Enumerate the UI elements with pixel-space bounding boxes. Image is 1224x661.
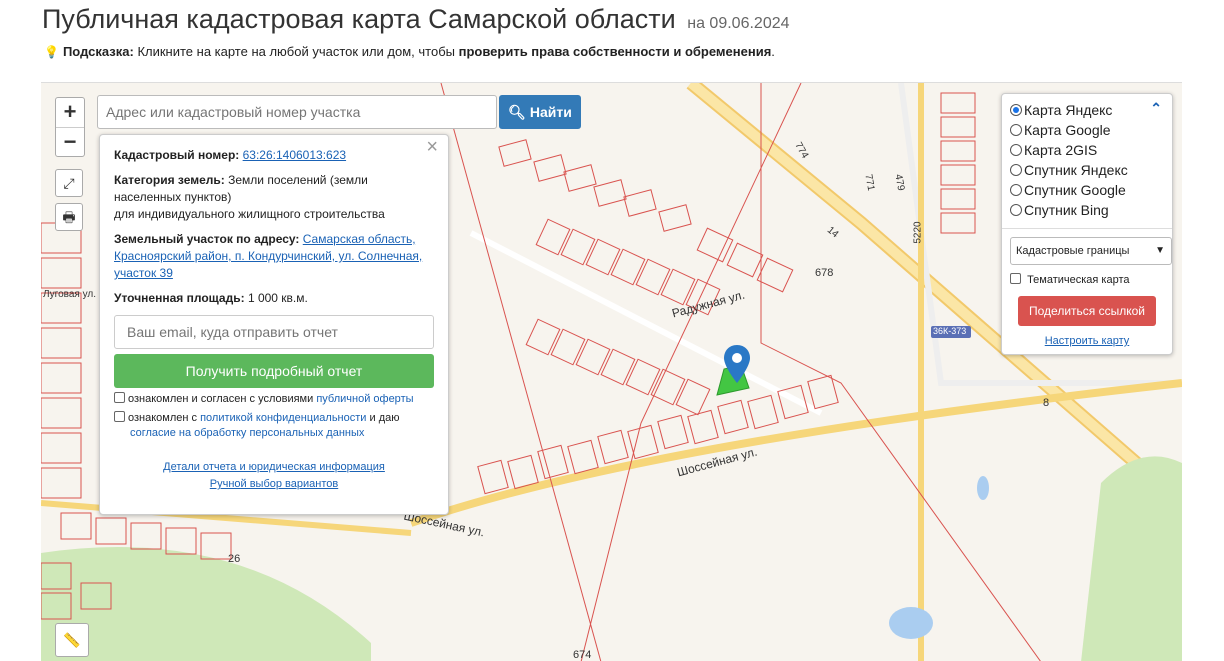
category-label: Категория земель: bbox=[114, 173, 225, 187]
search-button[interactable]: 🔍︎ Найти bbox=[499, 95, 581, 129]
email-field[interactable] bbox=[114, 315, 434, 349]
basemap-option[interactable]: Спутник Яндекс bbox=[1010, 160, 1164, 180]
parcel-label-26: 26 bbox=[228, 553, 241, 565]
offer-link[interactable]: публичной оферты bbox=[316, 393, 413, 405]
personal-data-link[interactable]: согласие на обработку персональных данны… bbox=[130, 427, 364, 439]
consent-offer: ознакомлен и согласен с условиями публич… bbox=[114, 392, 434, 407]
area-label: Уточненная площадь: bbox=[114, 291, 245, 305]
basemap-option[interactable]: Спутник Bing bbox=[1010, 200, 1164, 220]
search-button-label: Найти bbox=[529, 104, 572, 120]
map-pin-icon[interactable] bbox=[724, 345, 750, 383]
zoom-control: + − bbox=[55, 97, 85, 157]
basemap-option[interactable]: Карта 2GIS bbox=[1010, 140, 1164, 160]
hint: 💡 Подсказка: Кликните на карте на любой у… bbox=[44, 44, 775, 59]
thematic-checkbox[interactable] bbox=[1010, 273, 1021, 284]
basemap-option[interactable]: Карта Google bbox=[1010, 120, 1164, 140]
overlay-select-value: Кадастровые границы bbox=[1016, 245, 1130, 257]
basemap-option-label: Спутник Bing bbox=[1024, 202, 1109, 218]
search-input[interactable] bbox=[97, 95, 497, 129]
title-date: на 09.06.2024 bbox=[687, 15, 790, 32]
road-label-lugovaya: Луговая ул. bbox=[43, 289, 97, 300]
basemap-option-label: Карта 2GIS bbox=[1024, 142, 1098, 158]
basemap-option-label: Карта Google bbox=[1024, 122, 1111, 138]
share-link-button[interactable]: Поделиться ссылкой bbox=[1018, 296, 1156, 326]
report-details-link[interactable]: Детали отчета и юридическая информация bbox=[163, 461, 385, 473]
print-icon[interactable]: 🖶 bbox=[55, 203, 83, 231]
radio-button[interactable] bbox=[1010, 164, 1022, 176]
privacy-checkbox[interactable] bbox=[114, 411, 125, 422]
consent1-text: ознакомлен и согласен с условиями bbox=[128, 393, 314, 405]
radio-button[interactable] bbox=[1010, 124, 1022, 136]
parcel-label-5220: 5220 bbox=[912, 221, 924, 244]
consent2-text: ознакомлен с bbox=[128, 412, 198, 424]
basemap-option-label: Карта Яндекс bbox=[1024, 102, 1113, 118]
cadastral-label: Кадастровый номер: bbox=[114, 148, 240, 162]
title-text: Публичная кадастровая карта Самарской об… bbox=[42, 4, 676, 34]
basemap-option[interactable]: Спутник Google bbox=[1010, 180, 1164, 200]
chevron-up-icon[interactable]: ⌃ bbox=[1150, 100, 1162, 117]
fullscreen-icon[interactable]: ⤢ bbox=[55, 169, 83, 197]
offer-checkbox[interactable] bbox=[114, 392, 125, 403]
basemap-option[interactable]: Карта Яндекс bbox=[1010, 100, 1164, 120]
parcel-info-popup: × Кадастровый номер: 63:26:1406013:623 К… bbox=[99, 134, 449, 515]
zoom-out-button[interactable]: − bbox=[56, 127, 84, 156]
overlay-select[interactable]: Кадастровые границы ▼ bbox=[1010, 237, 1172, 265]
page-title: Публичная кадастровая карта Самарской об… bbox=[42, 4, 790, 35]
hint-text: Кликните на карте на любой участок или д… bbox=[137, 44, 455, 59]
chevron-down-icon: ▼ bbox=[1155, 245, 1165, 256]
radio-button[interactable] bbox=[1010, 144, 1022, 156]
manual-selection-link[interactable]: Ручной выбор вариантов bbox=[210, 478, 338, 490]
close-icon[interactable]: × bbox=[426, 137, 438, 157]
hint-end: . bbox=[771, 44, 775, 59]
hint-bold: проверить права собственности и обремене… bbox=[458, 44, 772, 59]
hint-label: Подсказка: bbox=[62, 44, 134, 59]
search-icon: 🔍︎ bbox=[508, 104, 526, 120]
basemap-option-label: Спутник Google bbox=[1024, 182, 1126, 198]
area-value: 1 000 кв.м. bbox=[247, 291, 308, 305]
privacy-link[interactable]: политикой конфиденциальности bbox=[200, 412, 366, 424]
address-label: Земельный участок по адресу: bbox=[114, 232, 300, 246]
basemap-option-label: Спутник Яндекс bbox=[1024, 162, 1128, 178]
zoom-in-button[interactable]: + bbox=[56, 98, 84, 127]
radio-button[interactable] bbox=[1010, 204, 1022, 216]
highway-shield-label: 36К-373 bbox=[933, 326, 967, 336]
thematic-label: Тематическая карта bbox=[1027, 274, 1130, 286]
parcel-label-674: 674 bbox=[573, 649, 592, 661]
parcel-label-8: 8 bbox=[1043, 397, 1050, 409]
radio-button[interactable] bbox=[1010, 184, 1022, 196]
ruler-icon[interactable]: 📏 bbox=[55, 623, 89, 657]
get-report-button[interactable]: Получить подробный отчет bbox=[114, 354, 434, 388]
map[interactable]: Радужная ул. Шоссейная ул. Шоссейная ул.… bbox=[41, 82, 1182, 661]
lightbulb-icon: 💡 bbox=[44, 45, 59, 59]
thematic-map-toggle[interactable]: Тематическая карта bbox=[1010, 273, 1164, 286]
map-settings-link[interactable]: Настроить карту bbox=[1045, 335, 1130, 347]
consent-privacy: ознакомлен с политикой конфиденциальност… bbox=[114, 411, 434, 441]
radio-button[interactable] bbox=[1010, 104, 1022, 116]
layer-panel: ⌃ Карта Яндекс Карта Google Карта 2GIS Спут… bbox=[1001, 93, 1173, 355]
consent2-mid: и даю bbox=[369, 412, 400, 424]
cadastral-number-link[interactable]: 63:26:1406013:623 bbox=[243, 148, 346, 162]
usage-value: для индивидуального жилищного строительс… bbox=[114, 207, 385, 221]
parcel-label-678: 678 bbox=[815, 267, 834, 279]
basemap-options: Карта Яндекс Карта Google Карта 2GIS Спутни… bbox=[1010, 100, 1164, 220]
